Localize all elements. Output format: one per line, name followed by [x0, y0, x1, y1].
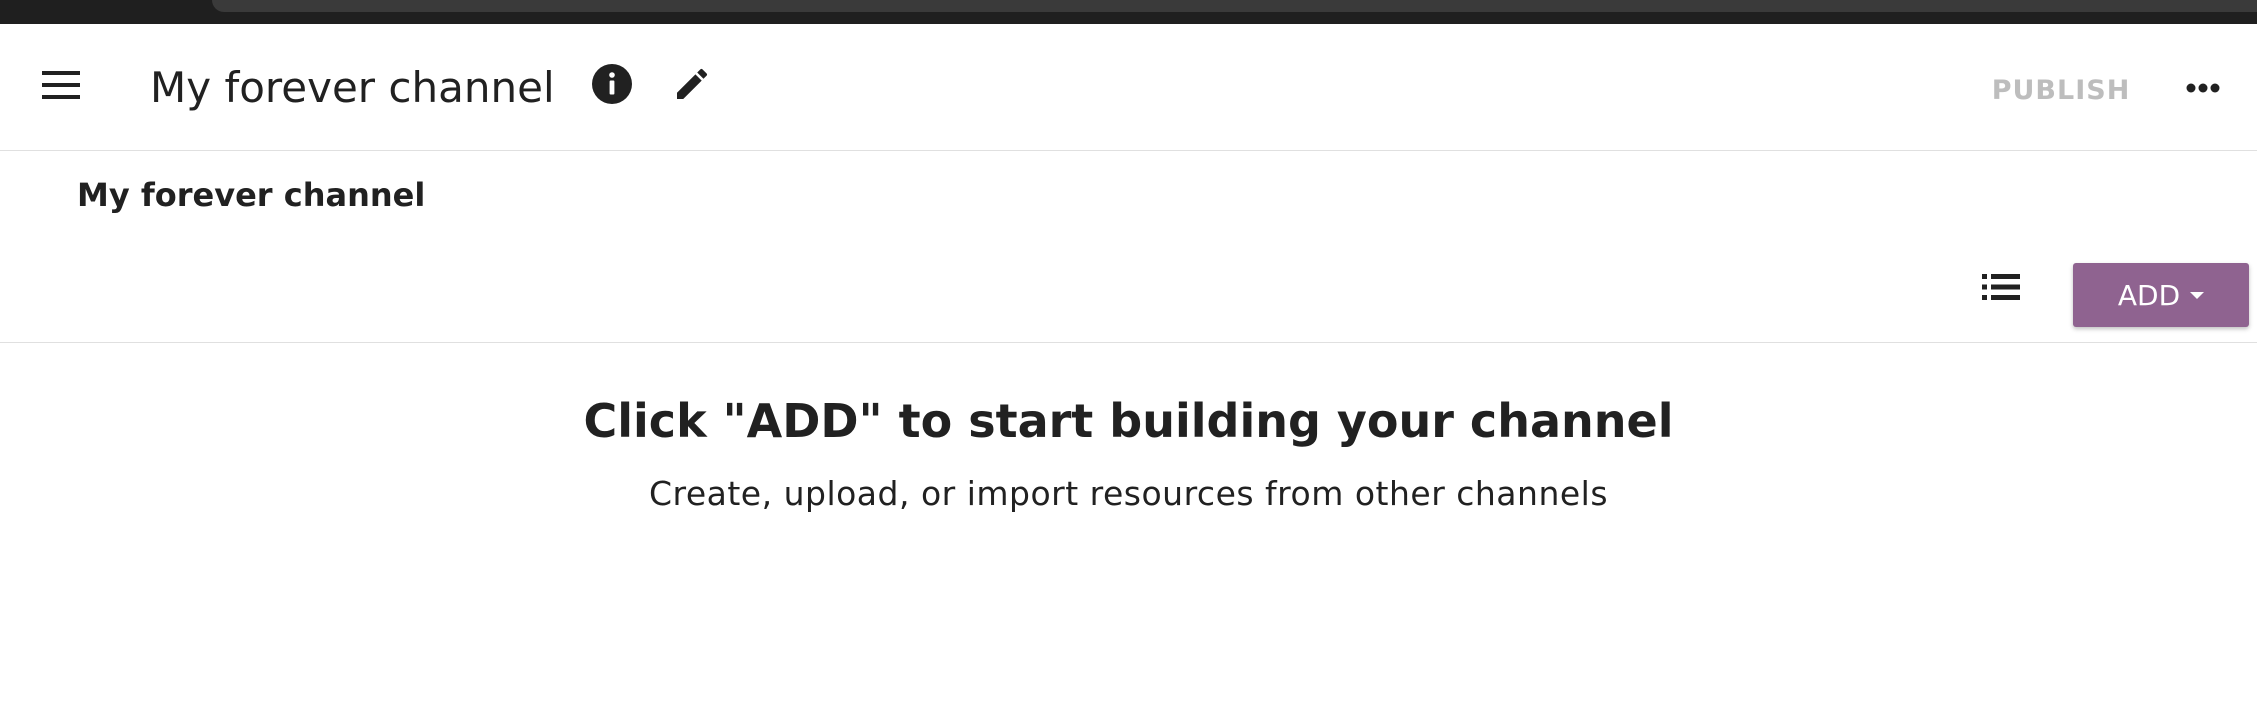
- add-button[interactable]: ADD: [2073, 263, 2249, 327]
- divider: [0, 342, 2257, 343]
- publish-button[interactable]: PUBLISH: [1978, 70, 2144, 110]
- menu-button[interactable]: [36, 64, 86, 110]
- info-icon: [591, 63, 633, 109]
- list-view-button[interactable]: [1978, 268, 2024, 310]
- add-button-label: ADD: [2117, 278, 2181, 312]
- pencil-icon: [672, 64, 712, 108]
- browser-tab-strip: [212, 0, 2257, 12]
- edit-channel-button[interactable]: [666, 60, 718, 112]
- empty-state-subtitle: Create, upload, or import resources from…: [648, 474, 1609, 513]
- channel-info-button[interactable]: [586, 60, 638, 112]
- more-options-button[interactable]: [2178, 64, 2228, 110]
- caret-down-icon: [2190, 291, 2205, 299]
- browser-chrome: [0, 0, 2257, 24]
- menu-icon: [42, 71, 80, 103]
- page-title: My forever channel: [150, 63, 555, 112]
- empty-state-title: Click "ADD" to start building your chann…: [583, 394, 1674, 448]
- breadcrumb: My forever channel: [77, 176, 426, 214]
- list-view-icon: [1982, 274, 2020, 304]
- more-horizontal-icon: [2186, 78, 2220, 97]
- app-bar: My forever channel PUBLISH: [0, 24, 2257, 151]
